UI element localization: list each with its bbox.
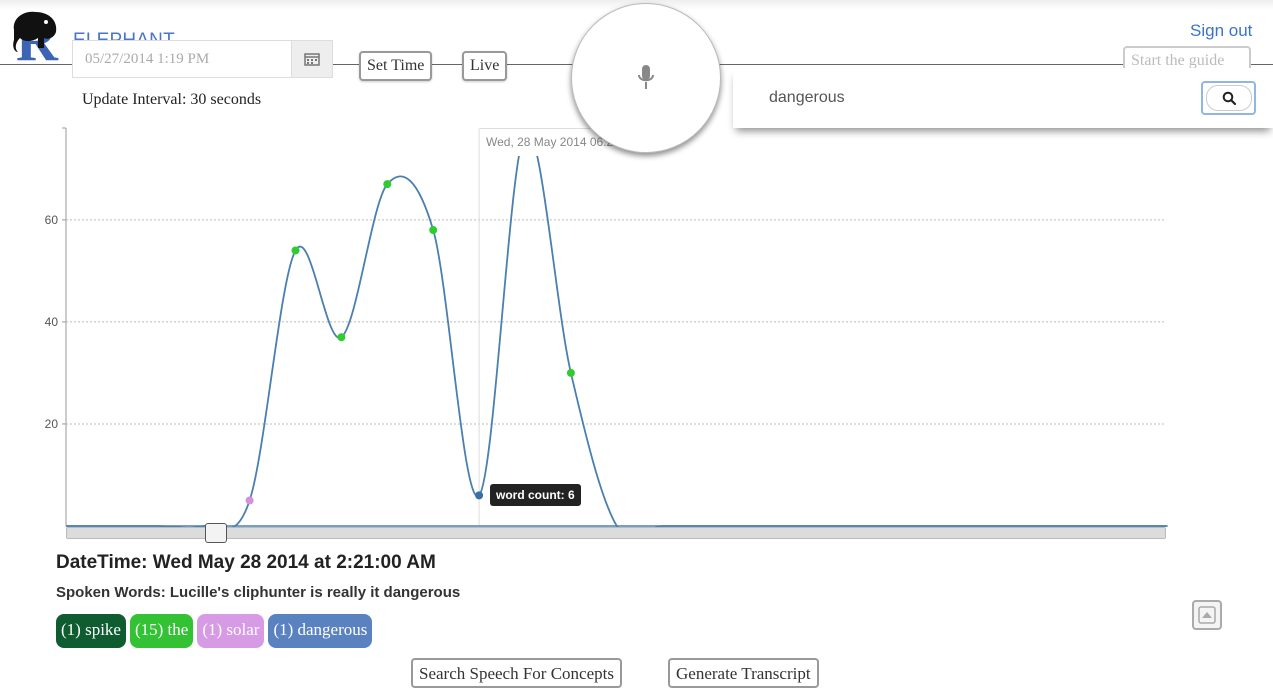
y-tick-label: 20 [45,417,59,431]
spoken-words: Spoken Words: Lucille's cliphunter is re… [56,584,461,601]
data-point[interactable] [337,333,346,342]
y-tick-label: 60 [45,213,59,227]
elephant-logo-icon[interactable]: R [10,8,70,73]
generate-transcript-button[interactable]: Generate Transcript [668,658,819,688]
microphone-button[interactable] [571,3,721,153]
search-button-inner [1205,85,1252,111]
word-tag[interactable]: (1) spike [56,614,126,648]
time-slider-handle[interactable] [205,523,227,543]
chart-tooltip: word count: 6 [490,484,581,506]
word-count-chart[interactable]: 20 40 60 [0,120,1273,540]
update-interval-label: Update Interval: 30 seconds [82,91,262,108]
sign-out-link[interactable]: Sign out [1190,21,1252,41]
word-tags: (1) spike (15) the (1) solar (1) dangero… [56,614,373,648]
date-time-input[interactable]: 05/27/2014 1:19 PM [72,40,292,78]
data-point[interactable] [291,246,300,255]
live-button[interactable]: Live [462,51,508,81]
series-line [66,130,1168,539]
search-icon [1222,91,1236,105]
calendar-button[interactable] [291,40,333,78]
word-tag[interactable]: (1) dangerous [268,614,373,648]
microphone-icon [638,65,654,89]
data-point[interactable] [566,368,575,377]
scroll-top-icon [1198,606,1216,624]
calendar-icon [304,53,320,66]
time-slider-track[interactable] [66,527,1166,539]
search-button[interactable] [1201,81,1256,115]
data-point[interactable] [383,180,392,189]
data-point[interactable] [475,491,484,500]
set-time-button[interactable]: Set Time [359,51,433,81]
search-concepts-button[interactable]: Search Speech For Concepts [411,658,622,688]
search-query[interactable]: dangerous [769,89,845,107]
y-tick-label: 40 [45,315,59,329]
word-tag[interactable]: (1) solar [197,614,265,648]
data-point[interactable] [429,226,438,235]
scroll-top-button[interactable] [1192,600,1222,630]
word-tag[interactable]: (15) the [129,614,194,648]
selected-datetime: DateTime: Wed May 28 2014 at 2:21:00 AM [56,552,436,573]
data-point[interactable] [245,496,254,505]
